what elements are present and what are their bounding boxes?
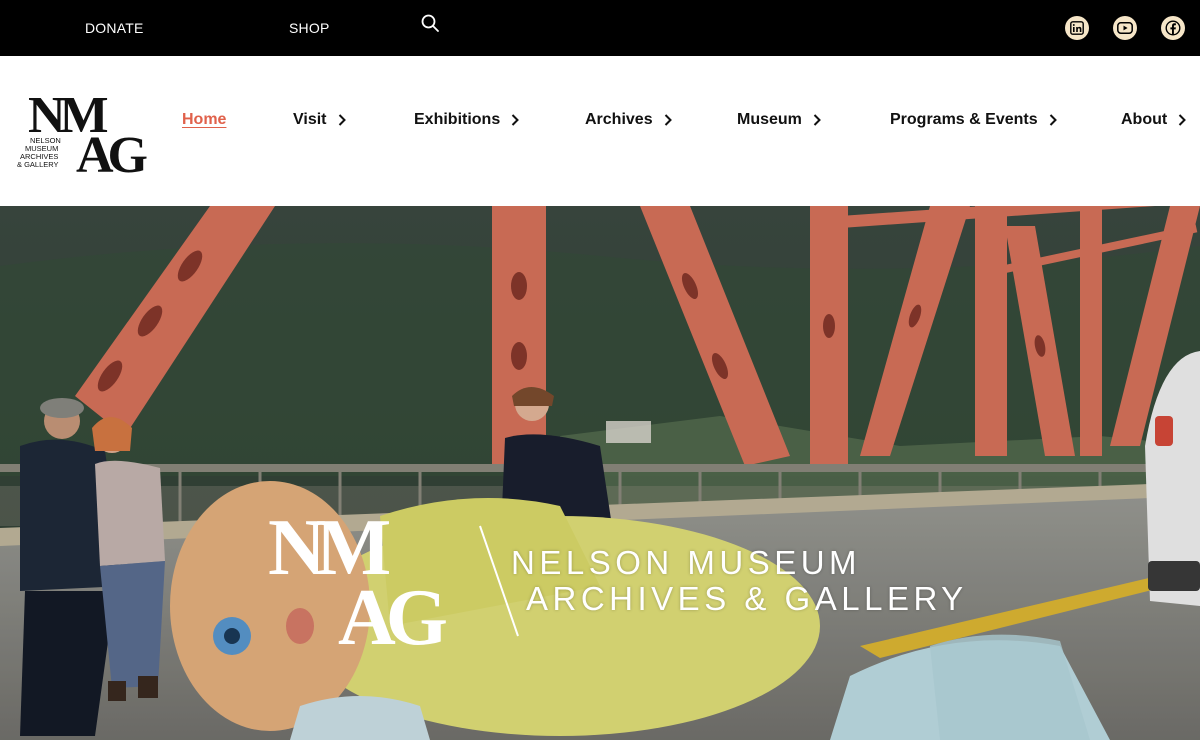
main-navbar: [0, 56, 1200, 206]
chevron-right-icon: [813, 114, 821, 126]
hero-brand-logo: NM AG NELSON MUSEUM ARCHIVES & GALLERY: [268, 506, 963, 651]
top-bar: DONATE SHOP: [0, 0, 1200, 56]
youtube-icon[interactable]: [1113, 16, 1137, 40]
chevron-right-icon: [512, 114, 520, 126]
facebook-icon[interactable]: [1161, 16, 1185, 40]
hero-banner: NM AG NELSON MUSEUM ARCHIVES & GALLERY: [0, 206, 1200, 740]
nav-museum[interactable]: Museum: [737, 110, 822, 130]
nav-archives[interactable]: Archives: [585, 110, 673, 130]
nmag-logo[interactable]: NM AG NELSON MUSEUM ARCHIVES & GALLERY: [16, 90, 156, 176]
chevron-right-icon: [664, 114, 672, 126]
nav-visit[interactable]: Visit: [293, 110, 347, 130]
chevron-right-icon: [1049, 114, 1057, 126]
nav-about[interactable]: About: [1121, 110, 1187, 130]
hero-photo: [0, 206, 1200, 740]
search-icon[interactable]: [420, 13, 440, 33]
hero-brand-line2: ARCHIVES & GALLERY: [526, 580, 968, 617]
linkedin-icon[interactable]: [1065, 16, 1089, 40]
chevron-right-icon: [338, 114, 346, 126]
hero-brand-line1: NELSON MUSEUM: [511, 544, 862, 581]
chevron-right-icon: [1178, 114, 1187, 126]
shop-link[interactable]: SHOP: [289, 20, 329, 36]
nav-programs-events[interactable]: Programs & Events: [890, 110, 1058, 130]
hero-monogram-bottom: AG: [338, 574, 447, 651]
donate-link[interactable]: DONATE: [85, 20, 144, 36]
svg-text:& GALLERY: & GALLERY: [17, 160, 59, 169]
logo-letters-bottom: AG: [76, 127, 148, 176]
nav-exhibitions[interactable]: Exhibitions: [414, 110, 520, 130]
nav-home[interactable]: Home: [182, 110, 226, 130]
